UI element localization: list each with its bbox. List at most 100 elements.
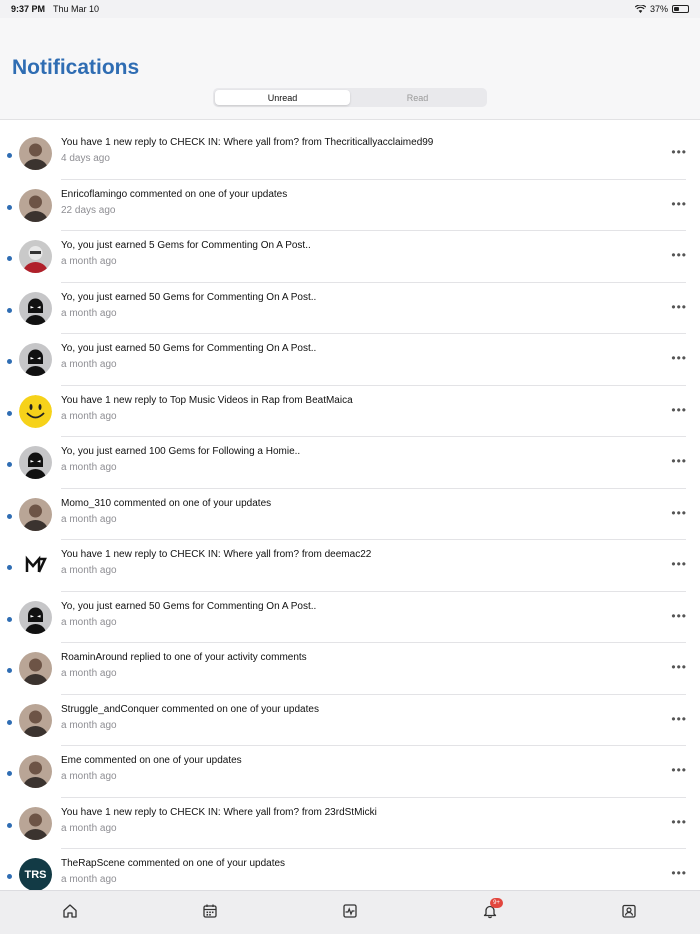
more-options-icon[interactable]: ••• — [671, 815, 687, 829]
notification-row[interactable]: Momo_310 commented on one of your update… — [0, 489, 700, 541]
person-avatar[interactable] — [19, 137, 52, 170]
tab-unread[interactable]: Unread — [215, 90, 350, 105]
unread-dot — [7, 359, 12, 364]
battery-percent: 37% — [649, 4, 668, 14]
notification-text: You have 1 new reply to CHECK IN: Where … — [61, 137, 434, 148]
more-options-icon[interactable]: ••• — [671, 300, 687, 314]
notification-time: 4 days ago — [61, 153, 110, 164]
notification-text: Yo, you just earned 50 Gems for Commenti… — [61, 343, 317, 354]
ski-mask-avatar[interactable] — [19, 446, 52, 479]
notification-row[interactable]: RoaminAround replied to one of your acti… — [0, 643, 700, 695]
notification-text: Yo, you just earned 50 Gems for Commenti… — [61, 291, 317, 303]
smiley-avatar[interactable] — [19, 394, 52, 428]
notification-row[interactable]: Yo, you just earned 50 Gems for Commenti… — [0, 592, 700, 644]
more-options-icon[interactable]: ••• — [671, 712, 687, 726]
unread-dot — [7, 616, 12, 622]
wifi-icon — [634, 5, 646, 13]
notification-row[interactable]: Yo, you just earned 100 Gems for Followi… — [0, 437, 700, 489]
activity-icon[interactable] — [342, 903, 358, 919]
notification-text: TheRapScene commented on one of your upd… — [61, 858, 286, 869]
notification-time: a month ago — [61, 462, 117, 473]
segmented-control: Unread Read — [213, 88, 487, 107]
unread-dot — [7, 410, 12, 416]
tab-read[interactable]: Read — [350, 90, 485, 105]
notification-time: a month ago — [61, 616, 117, 628]
notification-text: Momo_310 commented on one of your update… — [61, 497, 272, 509]
unread-dot — [7, 822, 12, 828]
avatar-logo-text: TRS — [24, 868, 47, 881]
home-icon[interactable] — [62, 903, 78, 919]
profile-icon[interactable] — [621, 903, 637, 919]
person-avatar[interactable] — [19, 497, 52, 531]
header: Notifications Unread Read — [0, 18, 700, 120]
status-bar: 9:37 PM Thu Mar 10 37% — [0, 0, 700, 18]
ski-mask-avatar[interactable] — [19, 291, 52, 325]
notification-row[interactable]: Yo, you just earned 5 Gems for Commentin… — [0, 231, 700, 283]
person-avatar[interactable] — [19, 755, 52, 788]
notification-text: RoaminAround replied to one of your acti… — [61, 652, 307, 663]
unread-dot — [7, 462, 12, 467]
notification-time: a month ago — [61, 822, 117, 834]
more-options-icon[interactable]: ••• — [671, 609, 687, 623]
battery-fill — [674, 7, 680, 11]
notification-time: a month ago — [61, 874, 117, 885]
notification-text: Eme commented on one of your updates — [61, 755, 242, 766]
more-options-icon[interactable]: ••• — [671, 557, 687, 571]
more-options-icon[interactable]: ••• — [671, 248, 687, 262]
calendar-icon[interactable] — [202, 903, 218, 919]
notification-row[interactable]: You have 1 new reply to CHECK IN: Where … — [0, 128, 700, 180]
notification-list: You have 1 new reply to CHECK IN: Where … — [0, 128, 700, 890]
notification-row[interactable]: TRS TheRapScene commented on one of your … — [0, 849, 700, 890]
unread-dot — [7, 307, 12, 313]
notification-row[interactable]: Yo, you just earned 50 Gems for Commenti… — [0, 283, 700, 335]
more-options-icon[interactable]: ••• — [671, 145, 687, 159]
unread-dot — [7, 668, 12, 673]
more-options-icon[interactable]: ••• — [671, 660, 687, 674]
masked-figure-avatar[interactable] — [19, 240, 52, 273]
ski-mask-avatar[interactable] — [19, 600, 52, 634]
unread-dot — [7, 204, 12, 210]
notification-row[interactable]: You have 1 new reply to CHECK IN: Where … — [0, 540, 700, 592]
notification-row[interactable]: Eme commented on one of your updates a mo… — [0, 746, 700, 798]
status-date: Thu Mar 10 — [53, 4, 100, 14]
notification-text: You have 1 new reply to CHECK IN: Where … — [61, 806, 377, 818]
notification-row[interactable]: You have 1 new reply to CHECK IN: Where … — [0, 798, 700, 850]
notification-time: a month ago — [61, 565, 117, 576]
more-options-icon[interactable]: ••• — [671, 866, 687, 880]
trs-logo-avatar[interactable]: TRS — [19, 858, 52, 890]
notification-text: Yo, you just earned 5 Gems for Commentin… — [61, 240, 311, 251]
bell-icon[interactable]: 9+ — [482, 898, 503, 919]
notification-time: a month ago — [61, 359, 117, 370]
more-options-icon[interactable]: ••• — [671, 454, 687, 468]
notification-text: Yo, you just earned 100 Gems for Followi… — [61, 446, 301, 457]
more-options-icon[interactable]: ••• — [671, 351, 687, 365]
unread-dot — [7, 565, 12, 570]
notification-text: You have 1 new reply to Top Music Videos… — [61, 394, 353, 406]
notification-row[interactable]: Yo, you just earned 50 Gems for Commenti… — [0, 334, 700, 386]
notification-time: a month ago — [61, 771, 117, 782]
notification-row[interactable]: Enricoflamingo commented on one of your … — [0, 180, 700, 232]
person-avatar[interactable] — [19, 188, 52, 222]
person-avatar[interactable] — [19, 703, 52, 737]
status-time: 9:37 PM — [11, 4, 46, 14]
more-options-icon[interactable]: ••• — [671, 197, 687, 211]
notification-time: a month ago — [61, 410, 117, 422]
notification-text: Struggle_andConquer commented on one of … — [61, 703, 319, 715]
notification-row[interactable]: You have 1 new reply to Top Music Videos… — [0, 386, 700, 438]
more-options-icon[interactable]: ••• — [671, 506, 687, 520]
logo-avatar[interactable] — [19, 549, 52, 582]
notification-time: a month ago — [61, 307, 117, 319]
more-options-icon[interactable]: ••• — [671, 403, 687, 417]
notification-row[interactable]: Struggle_andConquer commented on one of … — [0, 695, 700, 747]
more-options-icon[interactable]: ••• — [671, 763, 687, 777]
notification-time: a month ago — [61, 513, 117, 525]
notification-time: a month ago — [61, 256, 117, 267]
tab-bar: 9+ — [0, 890, 700, 934]
notification-time: 22 days ago — [61, 204, 116, 216]
person-avatar[interactable] — [19, 652, 52, 685]
battery-icon — [672, 5, 689, 13]
notification-badge: 9+ — [490, 898, 503, 908]
ski-mask-avatar[interactable] — [19, 343, 52, 376]
page-title: Notifications — [12, 56, 140, 79]
person-avatar[interactable] — [19, 806, 52, 840]
